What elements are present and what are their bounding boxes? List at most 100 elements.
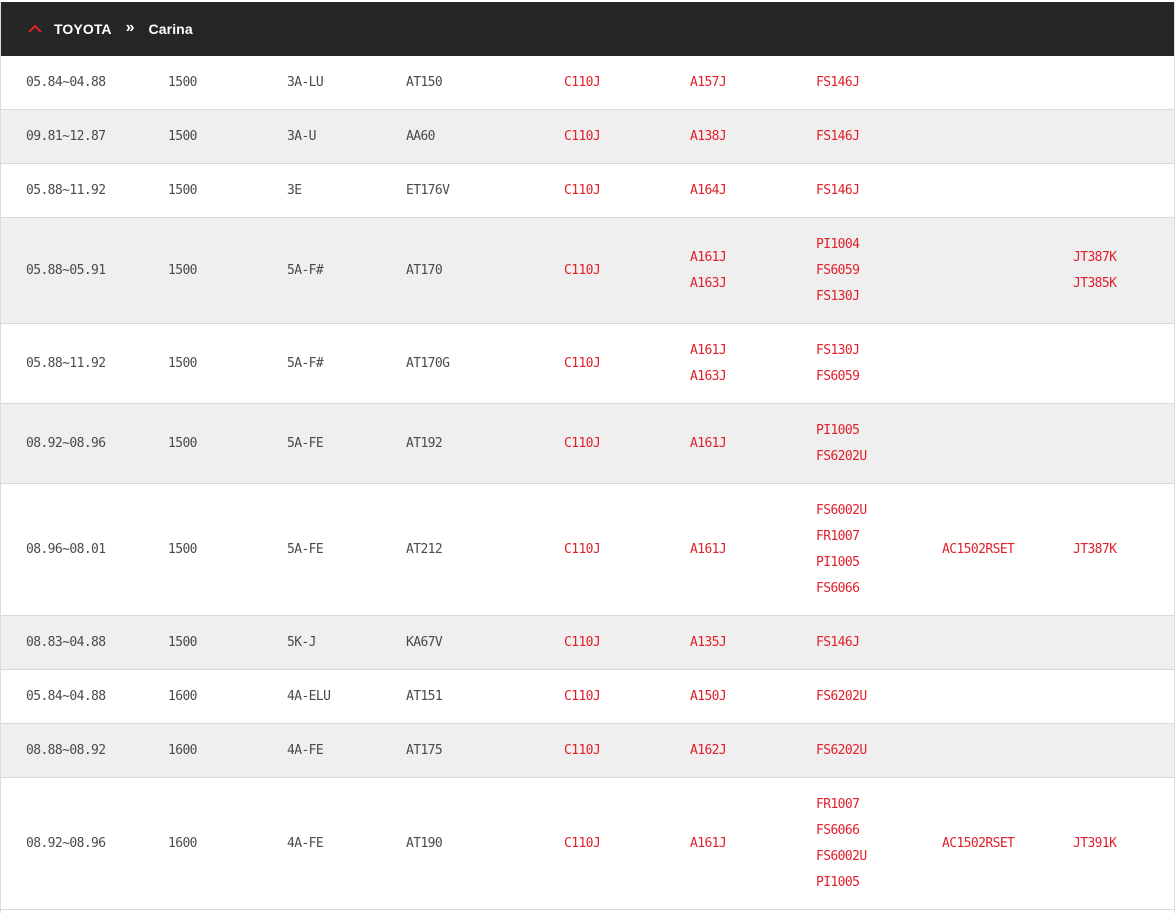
part-link[interactable]: A150J <box>690 684 727 710</box>
part-link[interactable]: PI1005 <box>816 870 867 896</box>
part-cell-p1: C110J <box>564 404 601 483</box>
part-link[interactable]: A157J <box>690 70 727 96</box>
part-link[interactable]: C110J <box>564 684 601 710</box>
part-link[interactable]: FS6202U <box>816 684 867 710</box>
part-link[interactable]: FS6002U <box>816 844 867 870</box>
part-link[interactable]: C110J <box>564 431 601 457</box>
part-cell-p3: FS6202U <box>816 670 867 723</box>
part-link[interactable]: FS6066 <box>816 576 867 602</box>
part-link[interactable]: FS6066 <box>816 818 867 844</box>
displacement-cell: 1500 <box>168 634 198 650</box>
part-link[interactable]: FS6202U <box>816 738 867 764</box>
part-link[interactable]: FR1007 <box>816 792 867 818</box>
part-cell-p2: A135J <box>690 616 727 669</box>
part-link[interactable]: FS146J <box>816 630 860 656</box>
part-link[interactable]: A161J <box>690 338 727 364</box>
table-row: 09.81~12.87 1500 3A-U AA60 C110J A138J FS146J <box>1 110 1174 164</box>
part-link[interactable]: FS6059 <box>816 258 860 284</box>
date-cell: 08.92~08.96 <box>26 435 106 451</box>
breadcrumb-model: Carina <box>148 21 193 37</box>
model-code-cell: AT190 <box>406 835 443 851</box>
part-link[interactable]: FS6202U <box>816 444 867 470</box>
part-link[interactable]: AC1502RSET <box>942 831 1015 857</box>
displacement-cell: 1600 <box>168 742 198 758</box>
part-link[interactable]: C110J <box>564 124 601 150</box>
date-cell: 08.96~08.01 <box>26 541 106 557</box>
date-cell: 08.92~08.96 <box>26 835 106 851</box>
part-cell-p3: PI1004 FS6059 FS130J <box>816 218 860 323</box>
part-cell-p1: C110J <box>564 616 601 669</box>
table-row: 08.96~08.01 1500 5A-FE AT212 C110J A161J FS600… <box>1 484 1174 616</box>
part-cell-p1: C110J <box>564 110 601 163</box>
part-link[interactable]: A163J <box>690 364 727 390</box>
part-link[interactable]: JT385K <box>1073 271 1117 297</box>
part-link[interactable]: A161J <box>690 245 727 271</box>
model-code-cell: AT170 <box>406 262 443 278</box>
displacement-cell: 1600 <box>168 835 198 851</box>
part-link[interactable]: PI1004 <box>816 232 860 258</box>
part-link[interactable]: A161J <box>690 831 727 857</box>
part-link[interactable]: FR1007 <box>816 524 867 550</box>
model-code-cell: AT150 <box>406 74 443 90</box>
part-link[interactable]: A138J <box>690 124 727 150</box>
part-cell-p5: JT387K JT385K <box>1073 218 1117 323</box>
part-cell-p3: PI1005 FS6202U <box>816 404 867 483</box>
part-cell-p2: A161J A163J <box>690 324 727 403</box>
part-link[interactable]: C110J <box>564 831 601 857</box>
part-link[interactable]: FS130J <box>816 338 860 364</box>
part-cell-p5: JT387K <box>1073 484 1117 615</box>
date-cell: 05.88~05.91 <box>26 262 106 278</box>
displacement-cell: 1500 <box>168 74 198 90</box>
displacement-cell: 1500 <box>168 355 198 371</box>
part-cell-p1: C110J <box>564 670 601 723</box>
table-row: 08.83~04.88 1500 5K-J KA67V C110J A135J FS146J <box>1 616 1174 670</box>
part-link[interactable]: A163J <box>690 271 727 297</box>
table-row: 05.88~11.92 1500 5A-F# AT170G C110J A161J A163… <box>1 324 1174 404</box>
part-link[interactable]: C110J <box>564 738 601 764</box>
part-link[interactable]: A161J <box>690 537 727 563</box>
part-cell-p1: C110J <box>564 218 601 323</box>
part-cell-p3: FS146J <box>816 164 860 217</box>
table-row: 05.84~04.88 1600 4A-ELU AT151 C110J A150J FS62… <box>1 670 1174 724</box>
catalog-panel: TOYOTA » Carina 05.84~04.88 1500 3A-LU AT15… <box>0 2 1175 913</box>
part-link[interactable]: A161J <box>690 431 727 457</box>
part-link[interactable]: C110J <box>564 351 601 377</box>
part-link[interactable]: PI1005 <box>816 550 867 576</box>
part-link[interactable]: PI1005 <box>816 418 867 444</box>
breadcrumb-brand[interactable]: TOYOTA <box>54 21 112 37</box>
model-code-cell: AT151 <box>406 688 443 704</box>
part-link[interactable]: FS146J <box>816 124 860 150</box>
part-link[interactable]: FS6002U <box>816 498 867 524</box>
chevron-up-icon[interactable] <box>27 21 43 37</box>
part-link[interactable]: C110J <box>564 178 601 204</box>
part-link[interactable]: JT391K <box>1073 831 1117 857</box>
engine-cell: 4A-FE <box>287 835 324 851</box>
part-link[interactable]: C110J <box>564 70 601 96</box>
displacement-cell: 1600 <box>168 688 198 704</box>
engine-cell: 3A-LU <box>287 74 324 90</box>
part-cell-p3: FS146J <box>816 56 860 109</box>
part-link[interactable]: C110J <box>564 537 601 563</box>
part-link[interactable]: AC1502RSET <box>942 537 1015 563</box>
date-cell: 05.84~04.88 <box>26 688 106 704</box>
part-link[interactable]: FS146J <box>816 70 860 96</box>
part-link[interactable]: A162J <box>690 738 727 764</box>
part-cell-p3: FS146J <box>816 616 860 669</box>
part-cell-p2: A157J <box>690 56 727 109</box>
part-link[interactable]: C110J <box>564 258 601 284</box>
part-link[interactable]: A135J <box>690 630 727 656</box>
part-cell-p2: A161J <box>690 778 727 909</box>
part-cell-p2: A161J A163J <box>690 218 727 323</box>
part-link[interactable]: FS6059 <box>816 364 860 390</box>
part-link[interactable]: FS130J <box>816 284 860 310</box>
part-link[interactable]: FS146J <box>816 178 860 204</box>
part-link[interactable]: A164J <box>690 178 727 204</box>
part-cell-p1: C110J <box>564 724 601 777</box>
part-cell-p2: A164J <box>690 164 727 217</box>
part-link[interactable]: C110J <box>564 630 601 656</box>
displacement-cell: 1500 <box>168 182 198 198</box>
displacement-cell: 1500 <box>168 435 198 451</box>
part-link[interactable]: JT387K <box>1073 245 1117 271</box>
part-cell-p1: C110J <box>564 56 601 109</box>
part-link[interactable]: JT387K <box>1073 537 1117 563</box>
